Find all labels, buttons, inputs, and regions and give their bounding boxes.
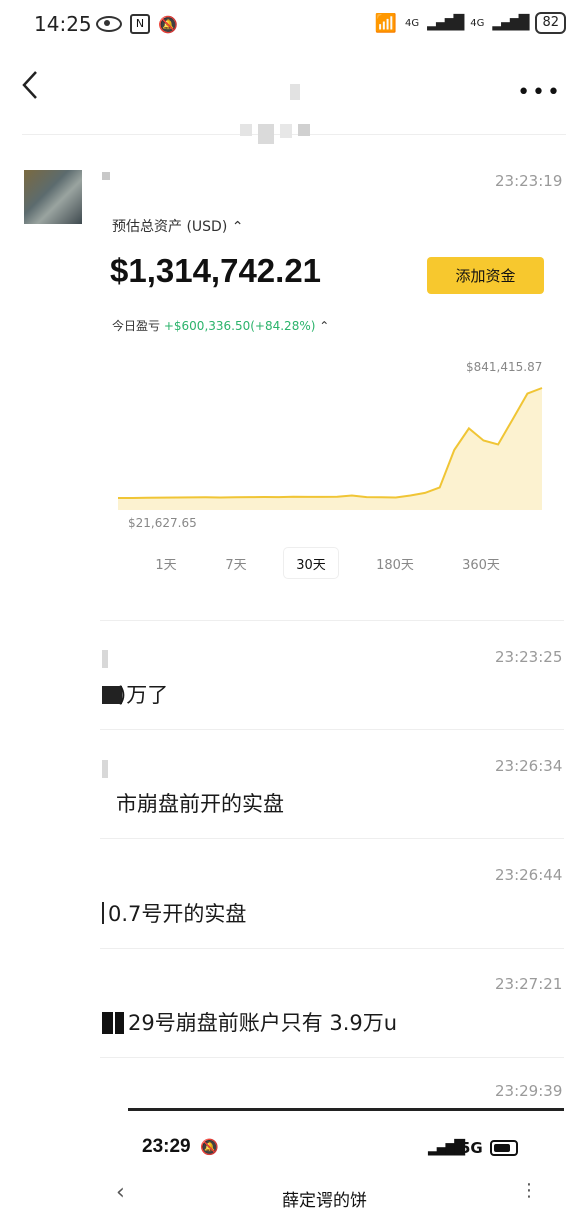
message-text: 29号崩盘前账户只有 3.9万u bbox=[128, 1011, 398, 1035]
mute-bell-icon: 🔕 bbox=[200, 1138, 219, 1156]
total-assets-label: 预估总资产 (USD) ⌃ bbox=[112, 219, 244, 235]
range-1d[interactable]: 1天 bbox=[144, 548, 188, 578]
avatar[interactable] bbox=[24, 170, 82, 224]
message-timestamp: 23:23:25 bbox=[495, 648, 563, 666]
mute-bell-icon: 🔕 bbox=[158, 14, 178, 34]
status-time: 14:25 bbox=[34, 12, 92, 36]
more-options-icon[interactable]: ••• bbox=[517, 80, 562, 105]
embedded-network: 5G bbox=[460, 1139, 483, 1157]
chevron-up-icon: ⌃ bbox=[319, 319, 330, 333]
signal-2-icon: 4G bbox=[470, 17, 485, 29]
screenshot-edge bbox=[128, 1108, 564, 1111]
more-options-icon[interactable]: ⋮ bbox=[520, 1180, 538, 1201]
blurred-sender-name bbox=[102, 760, 108, 778]
battery-level: 82 bbox=[535, 12, 566, 34]
total-balance: $1,314,742.21 bbox=[110, 252, 322, 289]
blurred-sender-name bbox=[102, 172, 110, 180]
blurred-text bbox=[102, 902, 104, 924]
blurred-sender-name bbox=[102, 650, 108, 668]
add-funds-button[interactable]: 添加资金 bbox=[427, 257, 544, 294]
blurred-title bbox=[290, 84, 300, 100]
asset-card[interactable]: 预估总资产 (USD) ⌃ $1,314,742.21 添加资金 今日盈亏 +$… bbox=[94, 200, 562, 598]
message-timestamp: 23:23:19 bbox=[495, 172, 563, 190]
status-right: 📶 4G ▂▄▆█ 4G ▂▄▆█ 82 bbox=[375, 12, 566, 34]
signal-bars-icon: ▂▄▆█ bbox=[428, 1140, 465, 1156]
chevron-up-icon: ⌃ bbox=[231, 219, 244, 235]
pnl-value: +$600,336.50(+84.28%) bbox=[163, 319, 316, 333]
status-icons: N 🔕 bbox=[96, 14, 178, 34]
message-divider bbox=[100, 620, 564, 621]
wifi-icon: 📶 bbox=[374, 12, 398, 34]
chart-max-label: $841,415.87 bbox=[466, 360, 543, 374]
message-timestamp: 23:29:39 bbox=[495, 1082, 563, 1100]
range-30d[interactable]: 30天 bbox=[284, 548, 338, 578]
message-text: 0.7号开的实盘 bbox=[108, 902, 247, 926]
signal-1-icon: 4G bbox=[405, 17, 420, 29]
message-timestamp: 23:26:44 bbox=[495, 866, 563, 884]
chart-min-label: $21,627.65 bbox=[128, 516, 197, 530]
eye-icon bbox=[96, 16, 122, 32]
range-360d[interactable]: 360天 bbox=[456, 548, 506, 578]
message-divider bbox=[100, 729, 564, 730]
back-arrow-icon[interactable] bbox=[18, 68, 48, 102]
blurred-system-text bbox=[240, 124, 310, 144]
chart-area bbox=[118, 388, 542, 510]
nfc-icon: N bbox=[130, 14, 150, 34]
range-180d[interactable]: 180天 bbox=[370, 548, 420, 578]
message-divider bbox=[100, 838, 564, 839]
battery-icon bbox=[490, 1140, 518, 1156]
range-7d[interactable]: 7天 bbox=[214, 548, 258, 578]
blurred-text bbox=[102, 1012, 124, 1034]
message-timestamp: 23:26:34 bbox=[495, 757, 563, 775]
message-divider bbox=[100, 1057, 564, 1058]
daily-pnl: 今日盈亏 +$600,336.50(+84.28%) ⌃ bbox=[112, 319, 330, 333]
message-divider bbox=[100, 948, 564, 949]
signal-bars-icon: ▂▄▆█ bbox=[492, 15, 529, 31]
message-timestamp: 23:27:21 bbox=[495, 975, 563, 993]
signal-bars-icon: ▂▄▆█ bbox=[427, 15, 464, 31]
message-text: 市崩盘前开的实盘 bbox=[116, 792, 284, 816]
chat-title-partial: 薛定谔的饼 bbox=[282, 1191, 367, 1211]
embedded-status-time: 23:29 bbox=[142, 1136, 191, 1157]
message-text: )万了 bbox=[118, 683, 169, 707]
back-arrow-icon[interactable]: ‹ bbox=[116, 1180, 125, 1205]
status-bar: 14:25 N 🔕 📶 4G ▂▄▆█ 4G ▂▄▆█ 82 bbox=[0, 0, 588, 52]
balance-chart bbox=[118, 387, 543, 510]
